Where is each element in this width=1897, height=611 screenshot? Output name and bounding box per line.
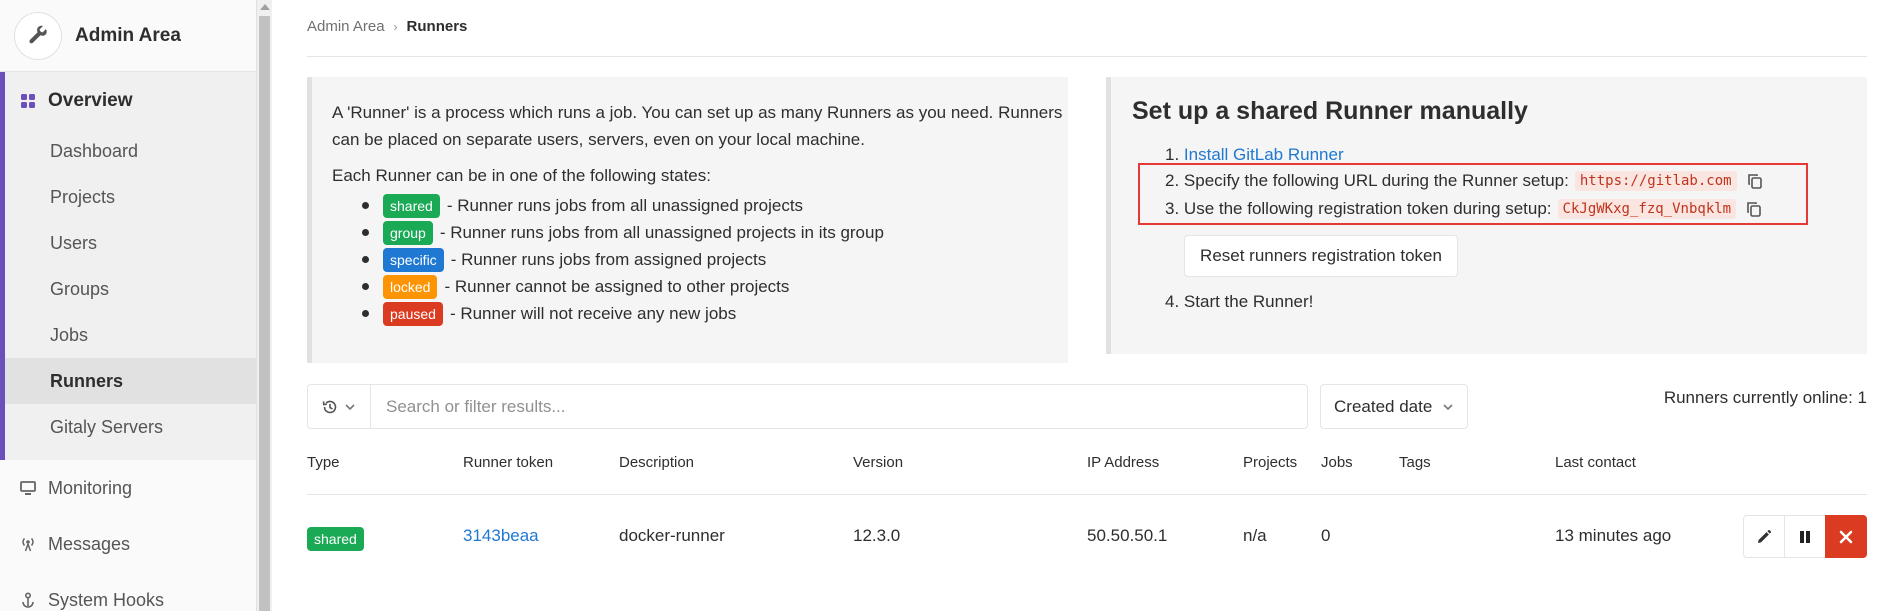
overview-grid-icon (21, 94, 35, 108)
column-header-description: Description (619, 454, 695, 471)
state-description: - Runner runs jobs from all unassigned p… (439, 223, 884, 242)
state-item-shared: shared - Runner runs jobs from all unass… (362, 192, 1068, 219)
breadcrumb-admin-area[interactable]: Admin Area (307, 18, 385, 35)
breadcrumb: Admin Area › Runners (307, 18, 467, 35)
runner-intro-text: A 'Runner' is a process which runs a job… (332, 103, 1063, 149)
delete-runner-button[interactable] (1825, 515, 1867, 558)
scrollbar-thumb[interactable] (259, 16, 270, 611)
pencil-icon (1758, 529, 1771, 543)
breadcrumb-divider (307, 56, 1867, 57)
sidebar-item-monitoring[interactable]: Monitoring (0, 465, 256, 511)
hook-icon (22, 592, 34, 608)
admin-avatar (14, 11, 62, 60)
runner-jobs-cell: 0 (1321, 526, 1331, 545)
group-badge: group (383, 220, 433, 245)
chevron-right-icon: › (393, 19, 398, 34)
runner-token-link[interactable]: 3143beaa (463, 526, 539, 545)
sidebar-item-label: Monitoring (48, 477, 133, 498)
setup-step-4: 4. Start the Runner! (1165, 292, 1313, 312)
sidebar: Admin Area Overview Dashboard Projects U… (0, 0, 256, 611)
runner-type-cell: shared (307, 527, 371, 551)
state-list: shared - Runner runs jobs from all unass… (362, 192, 1068, 327)
sidebar-header[interactable]: Admin Area (0, 0, 256, 72)
shared-badge: shared (383, 193, 440, 218)
filtered-search-bar: Search or filter results... (307, 384, 1308, 429)
app-root: Admin Area Overview Dashboard Projects U… (0, 0, 1897, 611)
column-header-jobs: Jobs (1321, 454, 1353, 471)
install-gitlab-runner-link[interactable]: Install GitLab Runner (1184, 145, 1344, 165)
state-item-group: group - Runner runs jobs from all unassi… (362, 219, 1068, 246)
state-item-paused: paused - Runner will not receive any new… (362, 300, 1068, 327)
broadcast-icon (22, 537, 34, 552)
reset-registration-token-button[interactable]: Reset runners registration token (1184, 235, 1458, 277)
sidebar-item-label: System Hooks (48, 589, 165, 610)
setup-title: Set up a shared Runner manually (1132, 97, 1528, 125)
column-header-ip-address: IP Address (1087, 454, 1160, 471)
sidebar-item-gitaly-servers[interactable]: Gitaly Servers (0, 404, 256, 450)
column-header-runner-token: Runner token (463, 454, 554, 471)
states-intro-text: Each Runner can be in one of the followi… (332, 166, 711, 185)
runner-token-cell: 3143beaa (463, 526, 539, 546)
state-item-specific: specific - Runner runs jobs from assigne… (362, 246, 1068, 273)
history-icon (322, 400, 337, 413)
sidebar-item-runners[interactable]: Runners (5, 358, 256, 404)
runner-ip-cell: 50.50.50.1 (1087, 526, 1168, 545)
runners-online-count: Runners currently online: 1 (1663, 388, 1867, 407)
sidebar-scrollbar[interactable] (256, 0, 272, 611)
highlight-outline (1138, 163, 1808, 225)
scroll-up-icon[interactable] (260, 4, 270, 10)
monitor-icon (20, 481, 36, 495)
sidebar-item-overview[interactable]: Overview (0, 78, 256, 124)
sidebar-item-label: Overview (48, 90, 133, 111)
column-header-version: Version (853, 454, 904, 471)
sort-dropdown[interactable]: Created date (1320, 384, 1468, 429)
state-description: - Runner runs jobs from all unassigned p… (446, 196, 804, 215)
recent-searches-dropdown[interactable] (308, 385, 371, 428)
close-icon (1839, 530, 1853, 543)
breadcrumb-runners[interactable]: Runners (407, 18, 468, 35)
sidebar-item-dashboard[interactable]: Dashboard (0, 128, 256, 174)
table-header-divider (307, 494, 1867, 495)
pause-runner-button[interactable] (1784, 515, 1826, 558)
specific-badge: specific (383, 247, 444, 272)
column-header-projects: Projects (1243, 454, 1298, 471)
setup-step-1: 1. Install GitLab Runner (1165, 145, 1344, 165)
sidebar-item-jobs[interactable]: Jobs (0, 312, 256, 358)
shared-badge: shared (307, 527, 364, 551)
runner-info-box: A 'Runner' is a process which runs a job… (307, 77, 1068, 363)
sort-label: Created date (1334, 396, 1433, 416)
sidebar-title: Admin Area (75, 24, 181, 46)
runner-last-contact-cell: 13 minutes ago (1555, 526, 1672, 545)
runner-projects-cell: n/a (1243, 526, 1267, 545)
sidebar-item-system-hooks[interactable]: System Hooks (0, 577, 256, 611)
column-header-tags: Tags (1399, 454, 1431, 471)
column-header-last-contact: Last contact (1555, 454, 1636, 471)
sidebar-item-projects[interactable]: Projects (0, 174, 256, 220)
sidebar-item-label: Messages (48, 533, 131, 554)
runner-description-cell: docker-runner (619, 526, 725, 545)
paused-badge: paused (383, 301, 443, 326)
sidebar-item-users[interactable]: Users (0, 220, 256, 266)
step-number: 4. (1165, 292, 1180, 311)
sidebar-item-messages[interactable]: Messages (0, 521, 256, 567)
search-input[interactable]: Search or filter results... (371, 385, 1307, 428)
locked-badge: locked (383, 274, 438, 299)
sidebar-item-groups[interactable]: Groups (0, 266, 256, 312)
wrench-icon (29, 25, 47, 43)
state-description: - Runner will not receive any new jobs (449, 304, 737, 323)
step-number: 1. (1165, 145, 1180, 164)
chevron-down-icon (345, 403, 355, 410)
state-description: - Runner runs jobs from assigned project… (450, 250, 767, 269)
runner-version-cell: 12.3.0 (853, 526, 901, 545)
state-description: - Runner cannot be assigned to other pro… (444, 277, 790, 296)
column-header-type: Type (307, 454, 340, 471)
chevron-down-icon (1443, 403, 1453, 410)
runner-actions (1743, 515, 1867, 558)
state-item-locked: locked - Runner cannot be assigned to ot… (362, 273, 1068, 300)
edit-runner-button[interactable] (1743, 515, 1785, 558)
step-text: Start the Runner! (1183, 292, 1314, 311)
pause-icon (1800, 530, 1810, 543)
